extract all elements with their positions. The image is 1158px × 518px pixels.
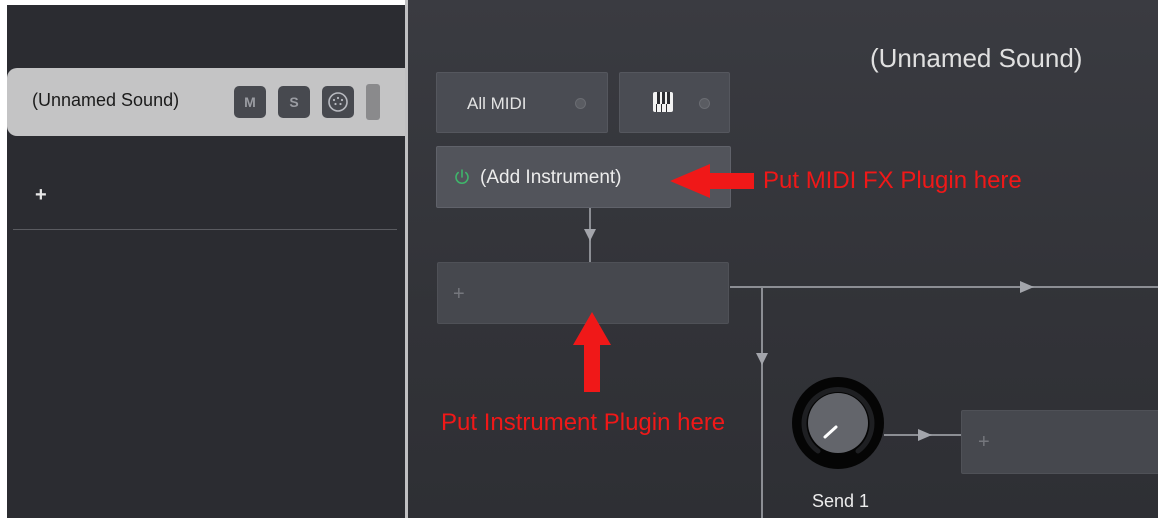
arrow-up-icon [573,312,611,392]
annotation-instrument: Put Instrument Plugin here [441,409,726,436]
annotation-midi-fx: Put MIDI FX Plugin here [763,167,1022,194]
annotation-arrows [573,164,754,392]
arrow-left-icon [670,164,754,198]
app-window: (Unnamed Sound) M S + (Unnamed Sound) Al… [0,0,1158,518]
